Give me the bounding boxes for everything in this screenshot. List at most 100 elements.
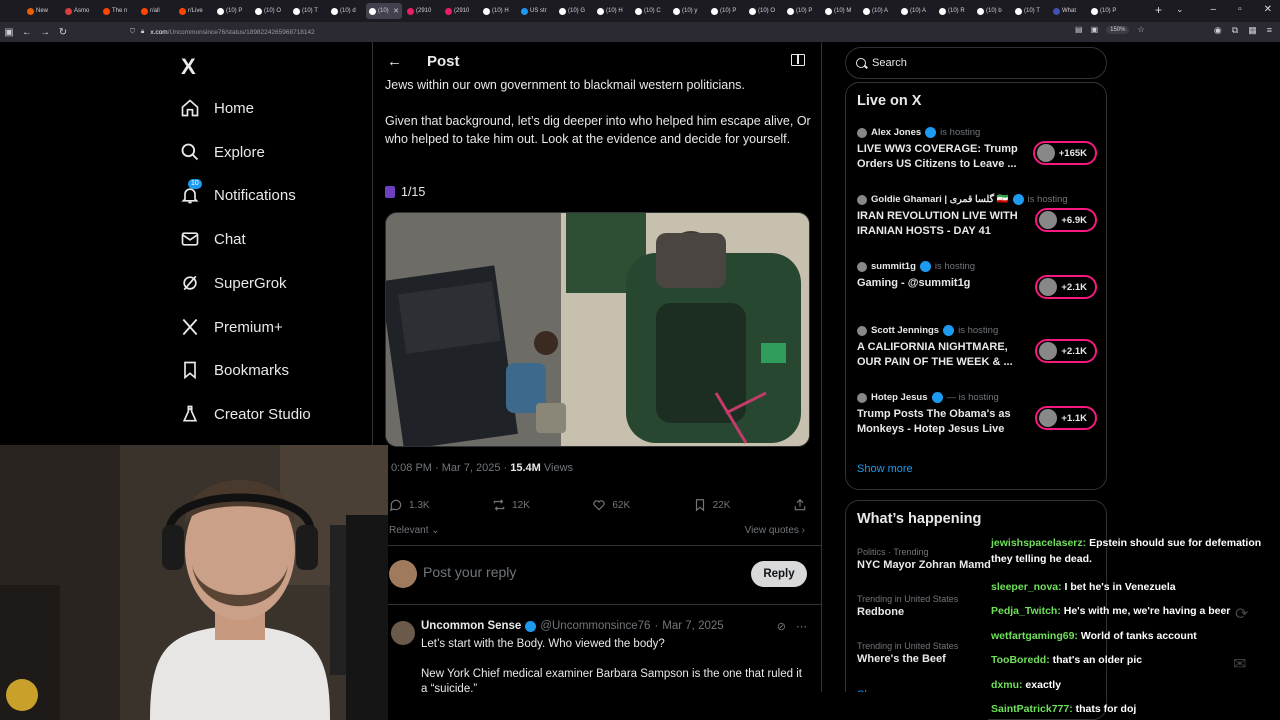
x-logo[interactable]: X (181, 54, 196, 80)
browser-tab[interactable]: (10) G (556, 3, 592, 19)
nav-item-chat[interactable]: Chat (180, 227, 246, 251)
live-item[interactable]: summit1g is hosting Gaming - @summit1g +2… (857, 261, 1097, 299)
post-actions: 1.3K 12K 62K 22K (389, 498, 807, 512)
live-listeners-pill[interactable]: +2.1K (1035, 339, 1097, 363)
browser-tab[interactable]: (10) O (252, 3, 288, 19)
live-listeners-pill[interactable]: +2.1K (1035, 275, 1097, 299)
lock-icon[interactable]: 🔒︎ (141, 28, 144, 36)
live-listeners-pill[interactable]: +165K (1032, 141, 1097, 165)
browser-tab[interactable]: (10) H (594, 3, 630, 19)
browser-tab[interactable]: (10) T (290, 3, 326, 19)
back-icon[interactable]: ← (18, 27, 36, 38)
minimize-icon[interactable]: – (1211, 4, 1217, 15)
live-listeners-pill[interactable]: +1.1K (1035, 406, 1097, 430)
zoom-level[interactable]: 150% (1106, 25, 1130, 34)
browser-tab[interactable]: (10) H (480, 3, 516, 19)
reply-button[interactable]: Reply (751, 561, 807, 587)
browser-tab[interactable]: (10) T (1012, 3, 1048, 19)
reply-action[interactable]: 1.3K (389, 498, 430, 512)
nav-item-premium[interactable]: Premium+ (180, 315, 283, 339)
repost-action[interactable]: 12K (492, 498, 530, 512)
live-item[interactable]: Hotep Jesus — is hosting Trump Posts The … (857, 392, 1097, 437)
browser-tab[interactable]: (10) M (822, 3, 858, 19)
trend-item[interactable]: Trending in United States Redbone (857, 594, 958, 618)
back-arrow-icon[interactable]: ← (387, 53, 402, 70)
reader-view-icon[interactable]: ▤ (1075, 25, 1083, 34)
browser-tab[interactable]: (2910 (404, 3, 440, 19)
url-bar[interactable]: ⛉ 🔒︎ x.com/Uncommonsince76/status/189822… (130, 25, 1100, 39)
chat-username: wetfartgaming69: (991, 630, 1078, 642)
reader-mode-icon[interactable] (791, 54, 805, 66)
browser-tab[interactable]: (2910 (442, 3, 478, 19)
nav-item-supergrok[interactable]: SuperGrok (180, 271, 287, 295)
like-action[interactable]: 62K (592, 498, 630, 512)
browser-tab[interactable]: (10) ✕ (366, 3, 402, 19)
browser-tab[interactable]: (10) P (214, 3, 250, 19)
reply-input[interactable]: Post your reply (423, 564, 516, 580)
show-more-link[interactable]: Show more (857, 463, 913, 475)
bookmark-star-icon[interactable]: ☆ (1137, 25, 1144, 34)
live-item[interactable]: Alex Jones is hosting LIVE WW3 COVERAGE: … (857, 127, 1097, 172)
browser-tab[interactable]: (10) P (1088, 3, 1124, 19)
tab-list-dropdown[interactable]: ⌄ (1176, 4, 1184, 15)
browser-tab[interactable]: (10) A (860, 3, 896, 19)
bookmark-action[interactable]: 22K (693, 498, 731, 512)
restore-icon[interactable]: ▫ (1238, 4, 1242, 15)
browser-tab[interactable]: Asmo (62, 3, 98, 19)
thread-spool-icon (385, 186, 395, 198)
browser-tab[interactable]: (10) P (784, 3, 820, 19)
sort-dropdown[interactable]: Relevant ⌄ (389, 525, 440, 536)
more-options-icon[interactable]: ⋯ (796, 620, 807, 633)
close-tab-icon[interactable]: ✕ (393, 7, 399, 15)
avatar[interactable] (391, 621, 415, 645)
browser-tab[interactable]: (10) A (898, 3, 934, 19)
post-date[interactable]: Mar 7, 2025 (442, 462, 501, 474)
forward-icon[interactable]: → (36, 27, 54, 38)
grok-icon[interactable]: ⊘ (777, 620, 786, 633)
browser-tab[interactable]: r/Live (176, 3, 212, 19)
sidebar-toggle-icon[interactable]: ▣ (0, 27, 18, 38)
nav-item-explore[interactable]: Explore (180, 140, 265, 164)
menu-icon[interactable]: ≡ (1267, 25, 1272, 36)
browser-tab[interactable]: (10) O (746, 3, 782, 19)
extension-icon[interactable]: ▦ (1248, 25, 1257, 36)
nav-item-creator-studio[interactable]: Creator Studio (180, 402, 311, 426)
trend-item[interactable]: Trending in United States Where's the Be… (857, 641, 958, 665)
live-item[interactable]: Scott Jennings is hosting A CALIFORNIA NI… (857, 325, 1097, 370)
browser-tab[interactable]: (10) b (974, 3, 1010, 19)
share-action[interactable] (793, 498, 807, 512)
screenshot-icon[interactable]: ▣ (1091, 25, 1099, 34)
browser-tab[interactable]: (10) d (328, 3, 364, 19)
nav-item-home[interactable]: Home (180, 96, 254, 120)
view-quotes-link[interactable]: View quotes › (745, 525, 805, 536)
reply-date[interactable]: Mar 7, 2025 (662, 620, 723, 632)
browser-tab[interactable]: r/all (138, 3, 174, 19)
shield-icon[interactable]: ⛉ (130, 28, 135, 36)
live-listeners-pill[interactable]: +6.9K (1035, 208, 1097, 232)
browser-tab[interactable]: The n (100, 3, 136, 19)
trend-item[interactable]: Politics · Trending NYC Mayor Zohran Mam… (857, 547, 991, 571)
browser-tab[interactable]: (10) R (936, 3, 972, 19)
post-image[interactable] (385, 212, 810, 447)
browser-tab[interactable]: (10) y (670, 3, 706, 19)
browser-tab[interactable]: (10) C (632, 3, 668, 19)
nav-item-bookmarks[interactable]: Bookmarks (180, 358, 289, 382)
nav-item-notifications[interactable]: 10 Notifications (180, 179, 296, 207)
close-window-icon[interactable]: ✕ (1264, 4, 1272, 15)
browser-tab[interactable]: (10) P (708, 3, 744, 19)
bookmark-count: 22K (712, 499, 731, 511)
reload-icon[interactable]: ↻ (54, 27, 72, 38)
bookmark-icon (695, 499, 704, 512)
browser-tab[interactable]: US str (518, 3, 554, 19)
search-input[interactable]: Search (845, 47, 1107, 79)
author-name[interactable]: Uncommon Sense (421, 620, 521, 632)
account-icon[interactable]: ◉ (1214, 25, 1222, 36)
extensions-icon[interactable]: ⧉ (1232, 25, 1238, 36)
author-handle[interactable]: @Uncommonsince76 (540, 620, 650, 632)
new-tab-button[interactable]: + (1155, 3, 1162, 17)
browser-tab[interactable]: New (24, 3, 60, 19)
tab-label: (10) R (948, 8, 965, 14)
browser-tab[interactable]: What (1050, 3, 1086, 19)
live-item[interactable]: Goldie Ghamari | گلسا قمری 🇮🇷 is hosting … (857, 194, 1097, 239)
post-time[interactable]: 0:08 PM (391, 462, 432, 474)
